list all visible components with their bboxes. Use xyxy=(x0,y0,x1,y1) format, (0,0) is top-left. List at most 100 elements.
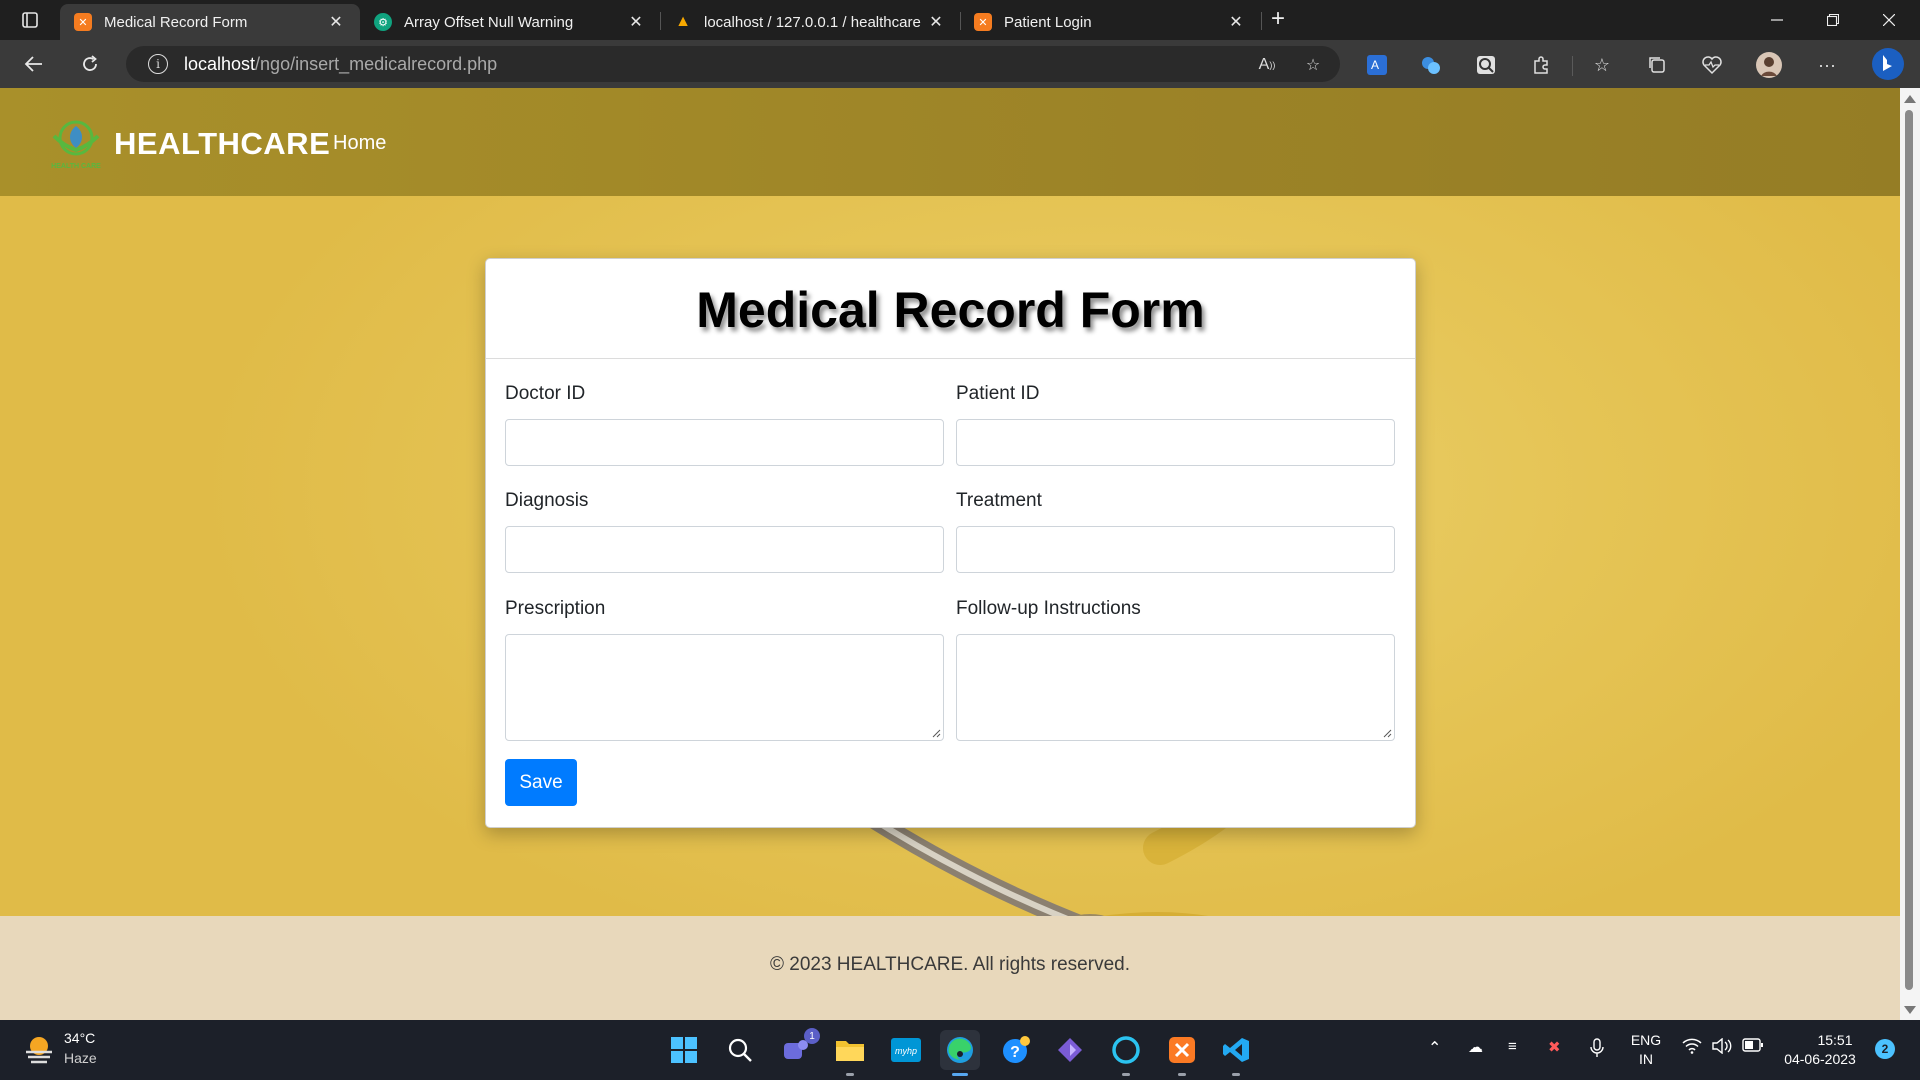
weather-temperature[interactable]: 34°C xyxy=(64,1030,95,1046)
medical-record-form-card: Medical Record Form Doctor ID Patient ID… xyxy=(485,258,1416,828)
resize-grip-icon[interactable] xyxy=(931,728,941,738)
teams-badge: 1 xyxy=(804,1028,820,1044)
favorites-icon[interactable]: ☆ xyxy=(1587,50,1617,80)
xampp-icon: ✕ xyxy=(974,13,992,31)
restore-icon xyxy=(1827,14,1839,26)
edge-browser-button[interactable] xyxy=(940,1030,980,1076)
url-text[interactable]: localhost/ngo/insert_medicalrecord.php xyxy=(184,54,497,75)
tab-medical-record-form[interactable]: ✕ Medical Record Form ✕ xyxy=(60,4,360,40)
extension-translator-icon[interactable] xyxy=(1416,50,1446,80)
tab-phpmyadmin[interactable]: ▲ localhost / 127.0.0.1 / healthcare ✕ xyxy=(660,4,960,40)
display-icon[interactable]: ≡ xyxy=(1508,1038,1517,1055)
tab-close-icon[interactable]: ✕ xyxy=(1226,12,1246,32)
myhp-icon: myhp xyxy=(891,1038,921,1062)
clock-date[interactable]: 04-06-2023 xyxy=(1780,1051,1860,1067)
battery-icon[interactable] xyxy=(1742,1038,1764,1057)
tab-array-offset-null-warning[interactable]: ⚙ Array Offset Null Warning ✕ xyxy=(360,4,660,40)
save-button[interactable]: Save xyxy=(505,759,577,806)
profile-avatar[interactable] xyxy=(1754,50,1784,80)
svg-text:A: A xyxy=(1371,58,1379,72)
alexa-icon xyxy=(1112,1036,1140,1064)
bing-copilot-icon[interactable] xyxy=(1870,46,1906,82)
language-indicator-in[interactable]: IN xyxy=(1628,1051,1664,1067)
diagnosis-input[interactable] xyxy=(505,526,944,573)
language-indicator-eng[interactable]: ENG xyxy=(1628,1032,1664,1048)
tab-close-icon[interactable]: ✕ xyxy=(926,12,946,32)
minimize-button[interactable] xyxy=(1754,4,1800,36)
alexa-button[interactable] xyxy=(1106,1030,1146,1076)
card-header: Medical Record Form xyxy=(486,259,1415,359)
translate-glyph: A xyxy=(1367,55,1387,75)
bing-glyph xyxy=(1872,48,1904,80)
weather-description[interactable]: Haze xyxy=(64,1050,97,1066)
microphone-icon[interactable] xyxy=(1590,1038,1604,1063)
site-navbar: HEALTH CARE HEALTHCARE Home xyxy=(0,88,1900,196)
prescription-label: Prescription xyxy=(505,598,606,619)
logo-text: HEALTH CARE xyxy=(51,163,101,170)
battery-glyph xyxy=(1742,1038,1763,1052)
translate-icon[interactable]: A xyxy=(1362,50,1392,80)
scrollbar-thumb[interactable] xyxy=(1905,110,1913,990)
page-scrollbar[interactable] xyxy=(1900,88,1920,1020)
scroll-down-arrow-icon[interactable] xyxy=(1904,1006,1916,1014)
start-button[interactable] xyxy=(664,1030,704,1070)
tab-title: localhost / 127.0.0.1 / healthcare xyxy=(704,13,921,31)
tab-patient-login[interactable]: ✕ Patient Login ✕ xyxy=(960,4,1260,40)
browser-essentials-icon[interactable] xyxy=(1697,50,1727,80)
xampp-control-button[interactable] xyxy=(1162,1030,1202,1076)
tab-close-icon[interactable]: ✕ xyxy=(626,12,646,32)
power-automate-button[interactable] xyxy=(1050,1030,1090,1070)
healthcare-logo-icon[interactable]: HEALTH CARE xyxy=(46,116,106,172)
form-title: Medical Record Form xyxy=(696,282,1205,338)
svg-text:myhp: myhp xyxy=(895,1046,917,1056)
scroll-up-arrow-icon[interactable] xyxy=(1904,95,1916,103)
phpmyadmin-icon: ▲ xyxy=(675,13,691,30)
nav-link-home[interactable]: Home xyxy=(333,132,386,155)
tab-close-icon[interactable]: ✕ xyxy=(326,12,346,32)
read-aloud-icon[interactable]: A)) xyxy=(1254,52,1280,78)
new-tab-button[interactable]: + xyxy=(1262,6,1294,34)
dropbox-icon[interactable]: ✖ xyxy=(1548,1038,1561,1056)
haze-weather-icon[interactable] xyxy=(22,1032,56,1066)
add-favorite-icon[interactable]: ☆ xyxy=(1300,52,1326,78)
search-button[interactable] xyxy=(720,1030,760,1070)
site-info-icon[interactable]: i xyxy=(148,54,168,74)
followup-instructions-label: Follow-up Instructions xyxy=(956,598,1141,619)
patient-id-input[interactable] xyxy=(956,419,1395,466)
refresh-button[interactable] xyxy=(72,48,108,80)
doctor-id-input[interactable] xyxy=(505,419,944,466)
close-window-button[interactable] xyxy=(1866,4,1912,36)
volume-icon[interactable] xyxy=(1712,1037,1732,1059)
restore-button[interactable] xyxy=(1810,4,1856,36)
wifi-icon[interactable] xyxy=(1682,1038,1702,1058)
edge-icon xyxy=(947,1037,973,1063)
resize-grip-icon[interactable] xyxy=(1382,728,1392,738)
avatar-icon xyxy=(1756,52,1782,78)
get-help-button[interactable]: ? xyxy=(996,1030,1036,1070)
settings-more-icon[interactable]: ··· xyxy=(1812,50,1842,80)
prescription-textarea[interactable] xyxy=(505,634,944,741)
screen-capture-icon[interactable] xyxy=(1471,50,1501,80)
tab-actions-menu-button[interactable] xyxy=(12,6,48,34)
treatment-input[interactable] xyxy=(956,526,1395,573)
file-explorer-button[interactable] xyxy=(830,1030,870,1076)
extensions-icon[interactable] xyxy=(1526,50,1556,80)
back-button[interactable] xyxy=(16,48,52,80)
windows-logo-icon xyxy=(671,1037,697,1063)
followup-instructions-textarea[interactable] xyxy=(956,634,1395,741)
show-hidden-icons-chevron-icon[interactable]: ⌃ xyxy=(1428,1038,1441,1058)
myhp-button[interactable]: myhp xyxy=(886,1030,926,1070)
vscode-button[interactable] xyxy=(1216,1030,1256,1076)
onedrive-icon[interactable]: ☁ xyxy=(1468,1038,1483,1056)
windows-taskbar: 34°C Haze 1 myhp ? ⌃ ☁ ≡ ✖ ENG IN 15:51 … xyxy=(0,1020,1920,1080)
tab-actions-icon xyxy=(22,12,38,28)
notification-center-badge[interactable]: 2 xyxy=(1875,1039,1895,1059)
heart-pulse-glyph xyxy=(1702,56,1722,75)
address-bar[interactable]: i localhost/ngo/insert_medicalrecord.php xyxy=(126,46,1340,82)
teams-chat-button[interactable]: 1 xyxy=(776,1028,820,1070)
brand-name[interactable]: HEALTHCARE xyxy=(114,126,330,162)
xampp-icon xyxy=(1169,1037,1195,1063)
browser-tab-bar: ✕ Medical Record Form ✕ ⚙ Array Offset N… xyxy=(0,0,1920,40)
collections-icon[interactable] xyxy=(1642,50,1672,80)
clock-time[interactable]: 15:51 xyxy=(1810,1032,1860,1048)
